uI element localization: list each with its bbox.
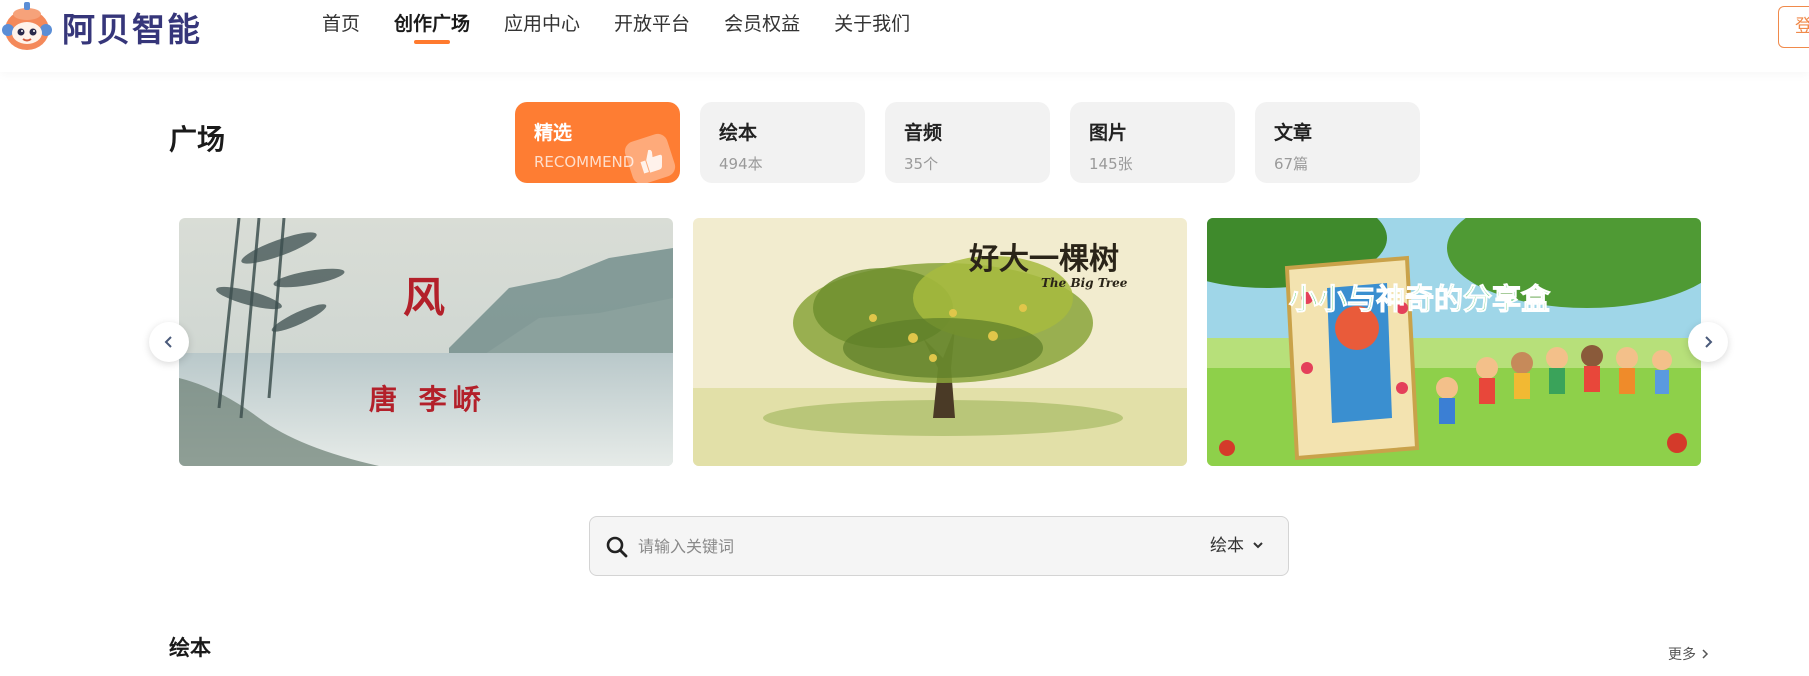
category-tabs: 精选 RECOMMEND 绘本 494本 音频 35个 图片 145张 文章 6… <box>515 102 1440 183</box>
carousel-slide-wind-poem[interactable]: 风 唐 李峤 <box>179 218 673 466</box>
tab-count: 494本 <box>719 155 763 173</box>
search-bar: 绘本 <box>589 516 1289 576</box>
search-input[interactable] <box>638 517 1178 575</box>
chevron-down-icon <box>1252 517 1264 575</box>
carousel-slide-sharing-box[interactable]: 小小与神奇的分享盒 <box>1207 218 1701 466</box>
ink-landscape-image <box>179 218 673 466</box>
nav-item-membership[interactable]: 会员权益 <box>724 0 800 48</box>
slide-title: 风 <box>403 273 446 322</box>
nav-item-open-platform[interactable]: 开放平台 <box>614 0 690 48</box>
search-type-select[interactable]: 绘本 <box>1210 517 1264 575</box>
tab-title: 文章 <box>1274 122 1313 144</box>
search-type-value: 绘本 <box>1210 536 1244 556</box>
carousel-slide-big-tree[interactable]: 好大一棵树 The Big Tree <box>693 218 1187 466</box>
slide-title: 好大一棵树 <box>969 242 1119 277</box>
chevron-right-icon <box>1701 330 1715 354</box>
more-link[interactable]: 更多 <box>1668 644 1710 664</box>
nav-item-home[interactable]: 首页 <box>322 0 360 48</box>
nav-item-app-center[interactable]: 应用中心 <box>504 0 580 48</box>
tab-title: 绘本 <box>719 122 758 144</box>
logo[interactable]: 阿贝智能 <box>0 0 202 54</box>
more-label: 更多 <box>1668 647 1696 663</box>
chevron-left-icon <box>162 330 176 354</box>
robot-mascot-icon <box>0 0 56 54</box>
carousel-prev-button[interactable] <box>149 322 189 362</box>
tab-articles[interactable]: 文章 67篇 <box>1255 102 1420 183</box>
tab-recommend[interactable]: 精选 RECOMMEND <box>515 102 680 183</box>
tab-images[interactable]: 图片 145张 <box>1070 102 1235 183</box>
top-header: 阿贝智能 首页 创作广场 应用中心 开放平台 会员权益 关于我们 登 <box>0 0 1809 72</box>
slide-subtitle: 唐 李峤 <box>369 383 487 416</box>
tab-count: 67篇 <box>1274 155 1309 173</box>
tab-count: 145张 <box>1089 155 1133 173</box>
main-nav: 首页 创作广场 应用中心 开放平台 会员权益 关于我们 <box>322 0 944 48</box>
featured-carousel: 风 唐 李峤 好大一棵树 The Big Tree 小小与神奇的分享盒 <box>179 218 1702 466</box>
carousel-next-button[interactable] <box>1688 322 1728 362</box>
tab-audio[interactable]: 音频 35个 <box>885 102 1050 183</box>
slide-subtitle: The Big Tree <box>1041 276 1128 290</box>
tab-title: 图片 <box>1089 122 1128 144</box>
nav-item-creation-plaza[interactable]: 创作广场 <box>394 0 470 48</box>
section-title-picture-books: 绘本 <box>169 636 211 660</box>
tab-picture-books[interactable]: 绘本 494本 <box>700 102 865 183</box>
kids-sharing-box-image <box>1207 218 1701 466</box>
tab-title: 音频 <box>904 122 943 144</box>
logo-text: 阿贝智能 <box>62 10 202 49</box>
chevron-right-icon <box>1700 647 1710 663</box>
page-title: 广场 <box>169 123 226 156</box>
search-icon <box>606 536 628 558</box>
nav-item-about-us[interactable]: 关于我们 <box>834 0 910 48</box>
login-button[interactable]: 登 <box>1778 6 1809 48</box>
tab-count: 35个 <box>904 155 939 173</box>
slide-title: 小小与神奇的分享盒 <box>1288 282 1551 317</box>
